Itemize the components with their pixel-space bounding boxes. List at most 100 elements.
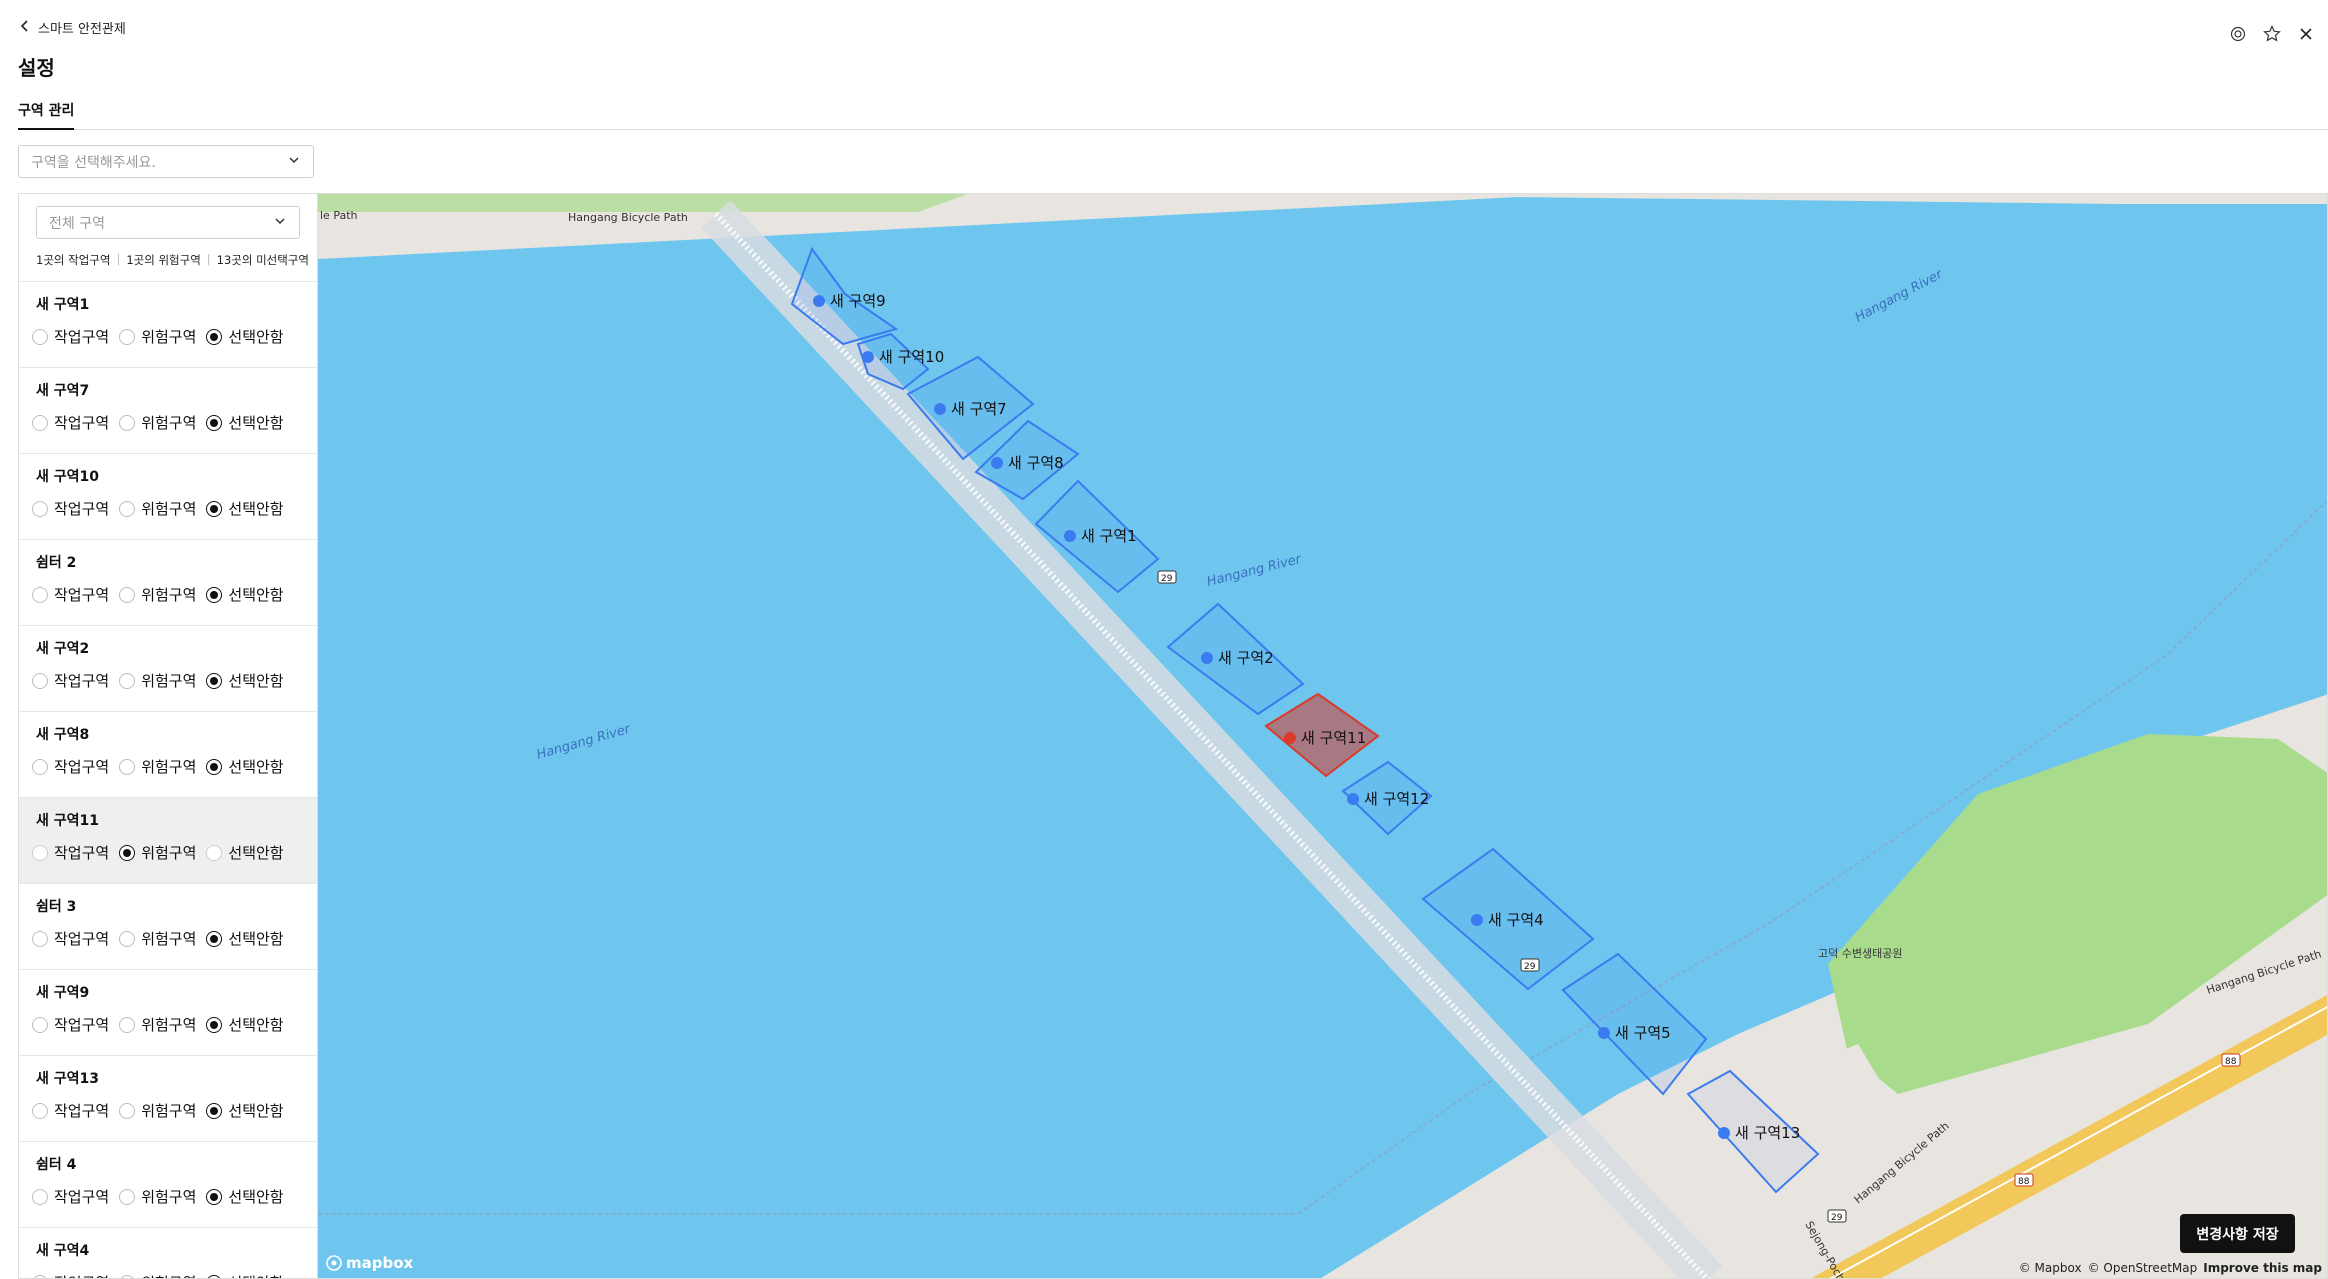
radio-danger[interactable]: 위험구역 — [119, 412, 196, 433]
radio-work[interactable]: 작업구역 — [32, 1272, 109, 1278]
radio-work[interactable]: 작업구역 — [32, 498, 109, 519]
attribution-osm[interactable]: © OpenStreetMap — [2088, 1261, 2198, 1275]
radio-work[interactable]: 작업구역 — [32, 1014, 109, 1035]
zone-filter-select[interactable]: 전체 구역 — [36, 206, 300, 239]
radio-none[interactable]: 선택안함 — [206, 584, 284, 605]
radio-danger-icon[interactable] — [119, 586, 136, 603]
radio-none[interactable]: 선택안함 — [206, 1014, 284, 1035]
radio-none-icon[interactable] — [206, 672, 223, 689]
radio-work[interactable]: 작업구역 — [32, 326, 109, 347]
radio-work-icon[interactable] — [32, 1274, 48, 1278]
radio-danger-icon[interactable] — [119, 844, 136, 861]
tab-zone-management[interactable]: 구역 관리 — [18, 100, 75, 130]
zone-list-item[interactable]: 쉼터 4 작업구역 위험구역 선택안함 — [19, 1141, 317, 1227]
radio-danger[interactable]: 위험구역 — [119, 326, 196, 347]
radio-danger-icon[interactable] — [119, 1016, 136, 1033]
radio-work-icon[interactable] — [32, 500, 48, 517]
radio-none-icon[interactable] — [206, 500, 223, 517]
radio-work-icon[interactable] — [32, 844, 48, 861]
radio-none[interactable]: 선택안함 — [206, 1186, 284, 1207]
radio-work[interactable]: 작업구역 — [32, 584, 109, 605]
radio-danger[interactable]: 위험구역 — [119, 928, 196, 949]
radio-none[interactable]: 선택안함 — [206, 756, 284, 777]
zone-list-item[interactable]: 새 구역13 작업구역 위험구역 선택안함 — [19, 1055, 317, 1141]
radio-work-icon[interactable] — [32, 930, 48, 947]
map[interactable]: 새 구역9 새 구역10 새 구역7 새 구역8 새 구역1 새 구역2 새 구… — [317, 193, 2328, 1279]
zone-list-item[interactable]: 새 구역11 작업구역 위험구역 선택안함 — [19, 797, 317, 883]
zone-list-item[interactable]: 쉼터 3 작업구역 위험구역 선택안함 — [19, 883, 317, 969]
radio-work-icon[interactable] — [32, 758, 48, 775]
radio-danger[interactable]: 위험구역 — [119, 1014, 196, 1035]
radio-none[interactable]: 선택안함 — [206, 326, 284, 347]
radio-none-icon[interactable] — [206, 328, 223, 345]
radio-work-icon[interactable] — [32, 1016, 48, 1033]
radio-danger[interactable]: 위험구역 — [119, 670, 196, 691]
zone-list-item[interactable]: 쉼터 2 작업구역 위험구역 선택안함 — [19, 539, 317, 625]
radio-danger-icon[interactable] — [119, 500, 136, 517]
radio-none[interactable]: 선택안함 — [206, 842, 284, 863]
zone-polygons[interactable] — [790, 246, 1820, 1194]
radio-work-icon[interactable] — [32, 414, 48, 431]
breadcrumb-label[interactable]: 스마트 안전관제 — [38, 18, 126, 37]
radio-danger-icon[interactable] — [119, 414, 136, 431]
radio-work[interactable]: 작업구역 — [32, 928, 109, 949]
zone-list-item[interactable]: 새 구역8 작업구역 위험구역 선택안함 — [19, 711, 317, 797]
radio-none-icon[interactable] — [206, 1274, 223, 1278]
save-changes-button[interactable]: 변경사항 저장 — [2180, 1214, 2295, 1253]
radio-none[interactable]: 선택안함 — [206, 498, 284, 519]
radio-none-icon[interactable] — [206, 1016, 223, 1033]
radio-danger-icon[interactable] — [119, 1102, 136, 1119]
attribution-improve-link[interactable]: Improve this map — [2203, 1261, 2322, 1275]
mapbox-logo[interactable]: mapbox — [326, 1254, 413, 1272]
settings-icon[interactable] — [2228, 24, 2248, 44]
radio-none-icon[interactable] — [206, 930, 223, 947]
radio-danger[interactable]: 위험구역 — [119, 1100, 196, 1121]
star-icon[interactable] — [2262, 24, 2282, 44]
radio-none[interactable]: 선택안함 — [206, 412, 284, 433]
attribution-mapbox[interactable]: © Mapbox — [2019, 1261, 2082, 1275]
radio-work-icon[interactable] — [32, 1102, 48, 1119]
radio-danger[interactable]: 위험구역 — [119, 584, 196, 605]
radio-none[interactable]: 선택안함 — [206, 670, 284, 691]
radio-work[interactable]: 작업구역 — [32, 756, 109, 777]
map-canvas[interactable]: 새 구역9 새 구역10 새 구역7 새 구역8 새 구역1 새 구역2 새 구… — [318, 194, 2328, 1279]
zone-select[interactable]: 구역을 선택해주세요. — [18, 145, 314, 178]
radio-work[interactable]: 작업구역 — [32, 842, 109, 863]
radio-none-icon[interactable] — [206, 1188, 223, 1205]
radio-danger-icon[interactable] — [119, 1188, 136, 1205]
radio-work[interactable]: 작업구역 — [32, 1186, 109, 1207]
radio-none[interactable]: 선택안함 — [206, 1272, 284, 1278]
radio-danger[interactable]: 위험구역 — [119, 498, 196, 519]
radio-none-icon[interactable] — [206, 1102, 223, 1119]
radio-danger-icon[interactable] — [119, 672, 136, 689]
close-icon[interactable] — [2296, 24, 2316, 44]
radio-none-icon[interactable] — [206, 414, 223, 431]
radio-work-icon[interactable] — [32, 328, 48, 345]
radio-danger[interactable]: 위험구역 — [119, 1186, 196, 1207]
chevron-left-icon[interactable] — [18, 19, 32, 37]
radio-work[interactable]: 작업구역 — [32, 670, 109, 691]
radio-danger-icon[interactable] — [119, 1274, 136, 1278]
zone-list-item[interactable]: 새 구역10 작업구역 위험구역 선택안함 — [19, 453, 317, 539]
zone-list-item[interactable]: 새 구역2 작업구역 위험구역 선택안함 — [19, 625, 317, 711]
radio-danger-icon[interactable] — [119, 930, 136, 947]
radio-none-icon[interactable] — [206, 758, 223, 775]
zone-list-item[interactable]: 새 구역7 작업구역 위험구역 선택안함 — [19, 367, 317, 453]
radio-work-icon[interactable] — [32, 1188, 48, 1205]
radio-none[interactable]: 선택안함 — [206, 928, 284, 949]
radio-work-icon[interactable] — [32, 586, 48, 603]
radio-work[interactable]: 작업구역 — [32, 1100, 109, 1121]
radio-work[interactable]: 작업구역 — [32, 412, 109, 433]
radio-none[interactable]: 선택안함 — [206, 1100, 284, 1121]
radio-danger-icon[interactable] — [119, 328, 136, 345]
zone-list-item[interactable]: 새 구역4 작업구역 위험구역 선택안함 — [19, 1227, 317, 1278]
breadcrumb[interactable]: 스마트 안전관제 — [18, 18, 126, 37]
radio-danger[interactable]: 위험구역 — [119, 756, 196, 777]
zone-list-item[interactable]: 새 구역9 작업구역 위험구역 선택안함 — [19, 969, 317, 1055]
radio-none-icon[interactable] — [206, 586, 223, 603]
zone-list-item[interactable]: 새 구역1 작업구역 위험구역 선택안함 — [19, 281, 317, 367]
radio-work-icon[interactable] — [32, 672, 48, 689]
radio-danger[interactable]: 위험구역 — [119, 842, 196, 863]
radio-danger[interactable]: 위험구역 — [119, 1272, 196, 1278]
radio-none-icon[interactable] — [206, 844, 223, 861]
